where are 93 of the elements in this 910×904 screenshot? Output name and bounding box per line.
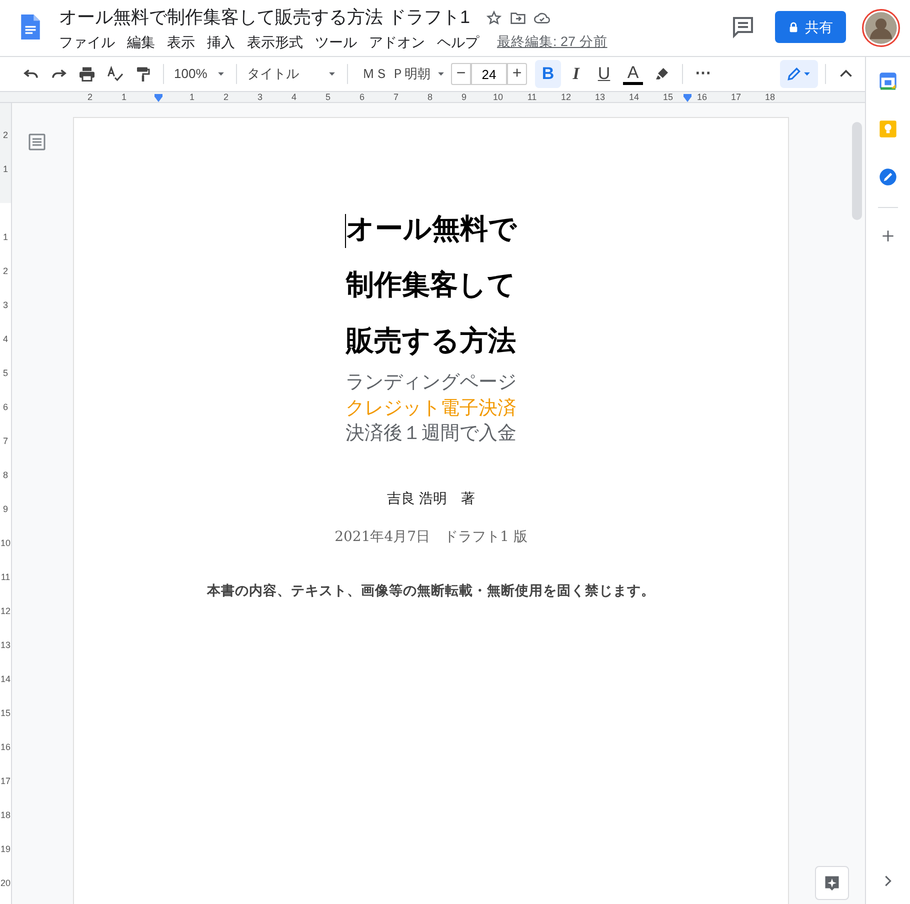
ruler-number: 15 [662,92,673,102]
menu-item[interactable]: 挿入 [201,30,241,55]
zoom-dropdown[interactable]: 100% [171,60,229,88]
editing-mode-button[interactable] [780,60,818,88]
cloud-icon [534,10,550,26]
ruler-number: 6 [2,401,9,414]
avatar[interactable] [862,9,900,47]
ruler-number: 1 [189,92,194,102]
ruler-number: 11 [0,571,11,584]
ruler-number: 8 [427,92,432,102]
subtitle-line: クレジット電子決済 [346,396,516,418]
format-button[interactable]: I [563,60,589,88]
ruler-number: 13 [594,92,605,102]
ruler-number: 16 [0,741,11,754]
ruler-number: 5 [325,92,330,102]
ruler-number: 5 [2,367,9,380]
menu-item[interactable]: ファイル [53,30,121,55]
author-line: 吉良 浩明 著 [386,490,476,506]
menu-item[interactable]: 編集 [121,30,161,55]
ruler-number: 10 [0,537,11,550]
ruler-number: 2 [2,265,9,278]
ruler-number: 4 [2,333,9,346]
share-button[interactable]: 共有 [775,11,846,43]
ruler-number: 12 [0,605,11,618]
ruler-number: 18 [0,809,11,822]
explore-icon [823,874,841,892]
paint-format-icon [134,65,152,83]
calendar-icon[interactable] [878,71,898,91]
outline-icon[interactable] [28,132,46,151]
ruler-number: 17 [0,775,11,788]
ruler-number: 10 [492,92,503,102]
font-size-decrease-button[interactable]: − [451,63,471,85]
explore-button[interactable] [815,866,849,900]
ruler-number: 7 [393,92,398,102]
ruler-number: 20 [0,877,11,890]
menu-item[interactable]: アドオン [363,30,431,55]
ruler-number: 9 [461,92,466,102]
menu-item[interactable]: ツール [309,30,363,55]
comment-icon[interactable] [731,15,755,39]
ruler-number: 1 [121,92,126,102]
ruler-number: 13 [0,639,11,652]
ruler-number: 19 [0,843,11,856]
ruler-number: 4 [291,92,296,102]
date-line: 2021年4月7日 ドラフト1 版 [334,528,528,544]
ruler-number: 14 [0,673,11,686]
format-button[interactable]: U [591,60,617,88]
menu-item[interactable]: 表示 [161,30,201,55]
style-dropdown[interactable]: タイトル [244,60,340,88]
menu-item[interactable]: 表示形式 [241,30,309,55]
title-line: 制作集客して [346,268,516,301]
print-icon [78,65,96,83]
more-button[interactable]: ⋯ [690,60,716,88]
title-line: オール無料で [346,212,517,245]
format-button[interactable]: B [535,60,561,88]
last-edit-link[interactable]: 最終編集: 27 分前 [493,30,612,55]
ruler-number: 2 [223,92,228,102]
ruler-number: 14 [628,92,639,102]
spellcheck-icon [106,65,124,83]
font-dropdown[interactable]: ＭＳ Ｐ明朝 [359,60,449,88]
subtitle-line: ランディングページ [346,371,516,393]
ruler-number: 8 [2,469,9,482]
ruler-number: 18 [764,92,775,102]
ruler-number: 11 [527,92,537,102]
font-size-field[interactable]: 24 [471,63,507,85]
title-line: 販売する方法 [346,324,516,357]
ruler-number: 2 [2,129,9,142]
plus-icon[interactable] [880,228,896,244]
ruler-number: 1 [2,231,9,244]
menu-item[interactable]: ヘルプ [431,30,485,55]
document-title[interactable]: オール無料で制作集客して販売する方法 ドラフト1 [59,6,470,28]
ruler-number: 2 [87,92,92,102]
scrollbar-thumb[interactable] [852,122,862,220]
folder-icon[interactable] [510,10,526,26]
copyright-notice: 本書の内容、テキスト、画像等の無断転載・無断使用を固く禁じます。 [207,582,655,598]
text-cursor [345,214,346,248]
ruler-number: 17 [730,92,741,102]
font-size-increase-button[interactable]: + [507,63,527,85]
ruler-number: 6 [359,92,364,102]
ruler-number: 1 [2,163,9,176]
ruler-number: 7 [2,435,9,448]
ruler-number: 16 [696,92,707,102]
star-icon[interactable] [486,10,502,26]
ruler-number: 3 [257,92,262,102]
pencil-icon [786,66,802,82]
highlight-icon [654,66,670,82]
ruler-number: 3 [2,299,9,312]
lock-icon [788,22,799,32]
ruler-number: 15 [0,707,11,720]
subtitle-line: 決済後１週間で入金 [346,422,516,444]
ruler-number: 9 [2,503,9,516]
text-color-button[interactable]: A [623,63,643,85]
ruler-number: 12 [560,92,571,102]
tasks-icon[interactable] [878,167,898,187]
